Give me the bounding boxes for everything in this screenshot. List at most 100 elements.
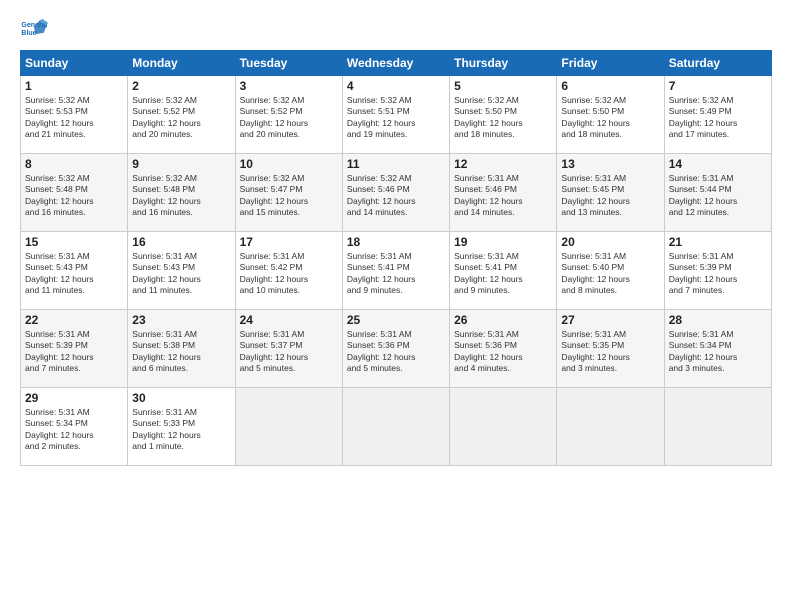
day-number: 18 (347, 235, 445, 249)
day-number: 3 (240, 79, 338, 93)
cell-info: Sunrise: 5:31 AM Sunset: 5:36 PM Dayligh… (347, 329, 445, 375)
weekday-friday: Friday (557, 51, 664, 76)
cell-info: Sunrise: 5:32 AM Sunset: 5:50 PM Dayligh… (561, 95, 659, 141)
cell-info: Sunrise: 5:31 AM Sunset: 5:42 PM Dayligh… (240, 251, 338, 297)
day-number: 24 (240, 313, 338, 327)
calendar-cell: 19 Sunrise: 5:31 AM Sunset: 5:41 PM Dayli… (450, 232, 557, 310)
day-number: 8 (25, 157, 123, 171)
calendar-cell: 7 Sunrise: 5:32 AM Sunset: 5:49 PM Daylig… (664, 76, 771, 154)
calendar-cell: 12Sunrise: 5:31 AM Sunset: 5:46 PM Dayli… (450, 154, 557, 232)
day-number: 27 (561, 313, 659, 327)
cell-info: Sunrise: 5:31 AM Sunset: 5:34 PM Dayligh… (25, 407, 123, 453)
cell-info: Sunrise: 5:31 AM Sunset: 5:41 PM Dayligh… (347, 251, 445, 297)
calendar-cell: 5Sunrise: 5:32 AM Sunset: 5:50 PM Daylig… (450, 76, 557, 154)
calendar-cell: 15 Sunrise: 5:31 AM Sunset: 5:43 PM Dayli… (21, 232, 128, 310)
calendar-cell: 22Sunrise: 5:31 AM Sunset: 5:39 PM Dayli… (21, 310, 128, 388)
calendar-cell: 8Sunrise: 5:32 AM Sunset: 5:48 PM Daylig… (21, 154, 128, 232)
calendar-cell: 26 Sunrise: 5:31 AM Sunset: 5:36 PM Dayli… (450, 310, 557, 388)
weekday-monday: Monday (128, 51, 235, 76)
cell-info: Sunrise: 5:32 AM Sunset: 5:52 PM Dayligh… (240, 95, 338, 141)
cell-info: Sunrise: 5:32 AM Sunset: 5:53 PM Dayligh… (25, 95, 123, 141)
cell-info: Sunrise: 5:31 AM Sunset: 5:34 PM Dayligh… (669, 329, 767, 375)
day-number: 14 (669, 157, 767, 171)
day-number: 2 (132, 79, 230, 93)
calendar-cell: 18 Sunrise: 5:31 AM Sunset: 5:41 PM Dayli… (342, 232, 449, 310)
day-number: 19 (454, 235, 552, 249)
cell-info: Sunrise: 5:31 AM Sunset: 5:33 PM Dayligh… (132, 407, 230, 453)
calendar-cell: 3 Sunrise: 5:32 AM Sunset: 5:52 PM Daylig… (235, 76, 342, 154)
calendar-cell (450, 388, 557, 466)
calendar-cell: 11Sunrise: 5:32 AM Sunset: 5:46 PM Dayli… (342, 154, 449, 232)
weekday-tuesday: Tuesday (235, 51, 342, 76)
cell-info: Sunrise: 5:32 AM Sunset: 5:48 PM Dayligh… (132, 173, 230, 219)
day-number: 20 (561, 235, 659, 249)
week-row-5: 29 Sunrise: 5:31 AM Sunset: 5:34 PM Dayli… (21, 388, 772, 466)
calendar-cell: 24 Sunrise: 5:31 AM Sunset: 5:37 PM Dayli… (235, 310, 342, 388)
day-number: 29 (25, 391, 123, 405)
day-number: 25 (347, 313, 445, 327)
calendar-cell: 27 Sunrise: 5:31 AM Sunset: 5:35 PM Dayli… (557, 310, 664, 388)
day-number: 26 (454, 313, 552, 327)
calendar-cell: 29 Sunrise: 5:31 AM Sunset: 5:34 PM Dayli… (21, 388, 128, 466)
day-number: 10 (240, 157, 338, 171)
calendar-cell: 20 Sunrise: 5:31 AM Sunset: 5:40 PM Dayli… (557, 232, 664, 310)
day-number: 22 (25, 313, 123, 327)
calendar-cell: 14 Sunrise: 5:31 AM Sunset: 5:44 PM Dayli… (664, 154, 771, 232)
calendar-cell (557, 388, 664, 466)
cell-info: Sunrise: 5:32 AM Sunset: 5:47 PM Dayligh… (240, 173, 338, 219)
calendar-cell: 30 Sunrise: 5:31 AM Sunset: 5:33 PM Dayli… (128, 388, 235, 466)
day-number: 1 (25, 79, 123, 93)
calendar-cell: 25 Sunrise: 5:31 AM Sunset: 5:36 PM Dayli… (342, 310, 449, 388)
day-number: 30 (132, 391, 230, 405)
calendar-cell: 6 Sunrise: 5:32 AM Sunset: 5:50 PM Daylig… (557, 76, 664, 154)
cell-info: Sunrise: 5:31 AM Sunset: 5:43 PM Dayligh… (25, 251, 123, 297)
calendar-cell: 4 Sunrise: 5:32 AM Sunset: 5:51 PM Daylig… (342, 76, 449, 154)
weekday-wednesday: Wednesday (342, 51, 449, 76)
week-row-3: 15 Sunrise: 5:31 AM Sunset: 5:43 PM Dayli… (21, 232, 772, 310)
page-header: General Blue (20, 16, 772, 44)
calendar-cell: 2 Sunrise: 5:32 AM Sunset: 5:52 PM Daylig… (128, 76, 235, 154)
week-row-1: 1 Sunrise: 5:32 AM Sunset: 5:53 PM Daylig… (21, 76, 772, 154)
calendar-cell (235, 388, 342, 466)
cell-info: Sunrise: 5:31 AM Sunset: 5:35 PM Dayligh… (561, 329, 659, 375)
day-number: 13 (561, 157, 659, 171)
calendar-cell: 23 Sunrise: 5:31 AM Sunset: 5:38 PM Dayli… (128, 310, 235, 388)
weekday-sunday: Sunday (21, 51, 128, 76)
week-row-4: 22Sunrise: 5:31 AM Sunset: 5:39 PM Dayli… (21, 310, 772, 388)
calendar-cell: 9Sunrise: 5:32 AM Sunset: 5:48 PM Daylig… (128, 154, 235, 232)
cell-info: Sunrise: 5:31 AM Sunset: 5:40 PM Dayligh… (561, 251, 659, 297)
weekday-thursday: Thursday (450, 51, 557, 76)
day-number: 23 (132, 313, 230, 327)
logo: General Blue (20, 16, 48, 44)
cell-info: Sunrise: 5:32 AM Sunset: 5:52 PM Dayligh… (132, 95, 230, 141)
day-number: 5 (454, 79, 552, 93)
calendar-cell: 10 Sunrise: 5:32 AM Sunset: 5:47 PM Dayli… (235, 154, 342, 232)
calendar-cell (664, 388, 771, 466)
day-number: 6 (561, 79, 659, 93)
week-row-2: 8 Sunrise: 5:32 AM Sunset: 5:48 PM Daylig… (21, 154, 772, 232)
weekday-saturday: Saturday (664, 51, 771, 76)
cell-info: Sunrise: 5:31 AM Sunset: 5:45 PM Dayligh… (561, 173, 659, 219)
cell-info: Sunrise: 5:32 AM Sunset: 5:51 PM Dayligh… (347, 95, 445, 141)
cell-info: Sunrise: 5:31 AM Sunset: 5:46 PM Dayligh… (454, 173, 552, 219)
calendar-cell (342, 388, 449, 466)
calendar-cell: 13 Sunrise: 5:31 AM Sunset: 5:45 PM Dayli… (557, 154, 664, 232)
calendar-cell: 28 Sunrise: 5:31 AM Sunset: 5:34 PM Dayli… (664, 310, 771, 388)
cell-info: Sunrise: 5:31 AM Sunset: 5:44 PM Dayligh… (669, 173, 767, 219)
cell-info: Sunrise: 5:32 AM Sunset: 5:49 PM Dayligh… (669, 95, 767, 141)
calendar-cell: 16Sunrise: 5:31 AM Sunset: 5:43 PM Dayli… (128, 232, 235, 310)
calendar-body: 1 Sunrise: 5:32 AM Sunset: 5:53 PM Daylig… (21, 76, 772, 466)
day-number: 28 (669, 313, 767, 327)
cell-info: Sunrise: 5:32 AM Sunset: 5:46 PM Dayligh… (347, 173, 445, 219)
logo-icon: General Blue (20, 16, 48, 44)
cell-info: Sunrise: 5:31 AM Sunset: 5:43 PM Dayligh… (132, 251, 230, 297)
day-number: 4 (347, 79, 445, 93)
day-number: 17 (240, 235, 338, 249)
svg-text:Blue: Blue (21, 30, 36, 37)
cell-info: Sunrise: 5:31 AM Sunset: 5:36 PM Dayligh… (454, 329, 552, 375)
cell-info: Sunrise: 5:31 AM Sunset: 5:41 PM Dayligh… (454, 251, 552, 297)
cell-info: Sunrise: 5:31 AM Sunset: 5:37 PM Dayligh… (240, 329, 338, 375)
day-number: 15 (25, 235, 123, 249)
day-number: 7 (669, 79, 767, 93)
cell-info: Sunrise: 5:31 AM Sunset: 5:38 PM Dayligh… (132, 329, 230, 375)
